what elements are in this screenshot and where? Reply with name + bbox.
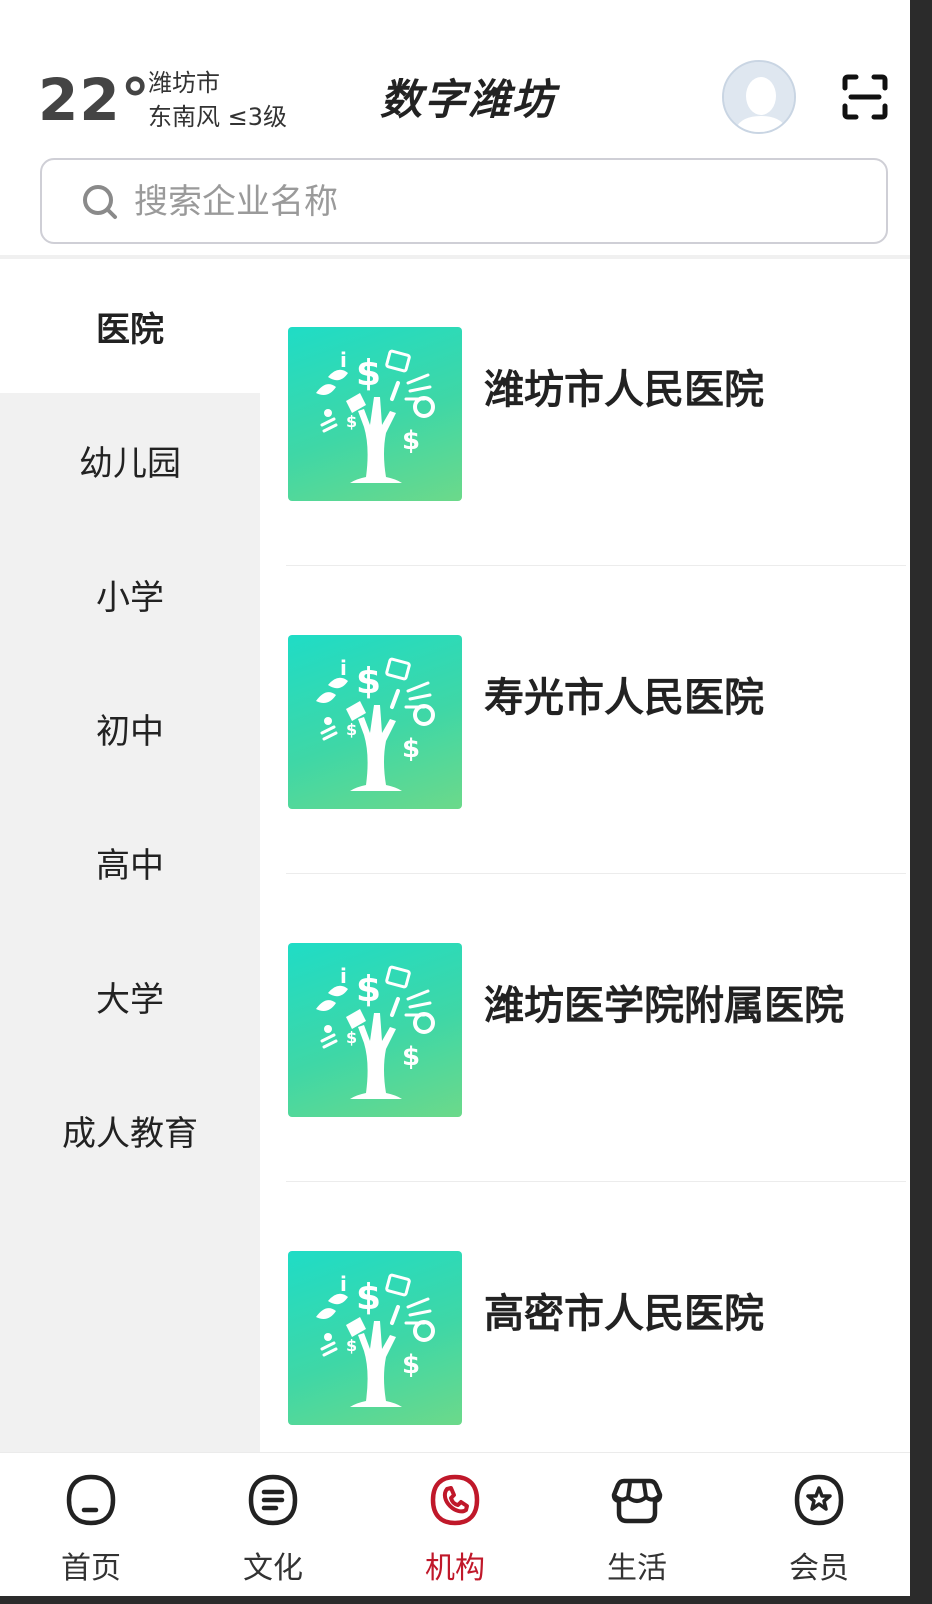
svg-text:$: $ — [402, 734, 420, 764]
svg-text:i: i — [340, 964, 347, 988]
nav-life[interactable]: 生活 — [546, 1453, 728, 1604]
search-input[interactable] — [134, 172, 834, 232]
institution-name: 潍坊医学院附属医院 — [484, 983, 844, 1029]
svg-text:i: i — [340, 348, 347, 372]
money-tree-icon: $ $ i $ — [316, 1272, 435, 1407]
category-label: 幼儿园 — [79, 443, 181, 484]
institution-thumbnail: $ $ i $ — [288, 1251, 462, 1425]
money-tree-icon: $ $ i $ — [316, 348, 435, 483]
weather-info: 潍坊市 东南风 ≤3级 — [148, 66, 287, 134]
category-sidebar: 医院 幼儿园 小学 初中 高中 大学 成人教育 — [0, 259, 260, 1452]
list-item[interactable]: $ $ i $ 潍坊市人民医院 — [286, 259, 906, 566]
svg-text:$: $ — [356, 353, 381, 394]
star-badge-icon — [794, 1474, 844, 1526]
search-box[interactable] — [40, 158, 888, 244]
nav-institutions[interactable]: 机构 — [364, 1453, 546, 1604]
institution-list: $ $ i $ 潍坊市人民医院 $ $ i $ 寿光市人民医院 $ $ i $ … — [260, 259, 910, 1452]
nav-label: 机构 — [425, 1551, 485, 1586]
category-label: 医院 — [96, 309, 164, 350]
institution-thumbnail: $ $ i $ — [288, 327, 462, 501]
svg-text:$: $ — [402, 1350, 420, 1380]
svg-text:i: i — [340, 1272, 347, 1296]
document-lines-icon — [248, 1474, 298, 1526]
nav-culture[interactable]: 文化 — [182, 1453, 364, 1604]
wind-info: 东南风 ≤3级 — [148, 103, 288, 131]
svg-text:$: $ — [356, 969, 381, 1010]
institution-thumbnail: $ $ i $ — [288, 635, 462, 809]
list-item[interactable]: $ $ i $ 高密市人民医院 — [286, 1183, 906, 1452]
money-tree-icon: $ $ i $ — [316, 964, 435, 1099]
category-university[interactable]: 大学 — [0, 929, 260, 1063]
home-face-icon — [66, 1474, 116, 1526]
avatar[interactable] — [722, 60, 796, 134]
svg-text:$: $ — [402, 1042, 420, 1072]
institution-name: 高密市人民医院 — [484, 1291, 764, 1337]
city-name: 潍坊市 — [148, 69, 220, 97]
svg-text:$: $ — [346, 1336, 357, 1355]
nav-label: 生活 — [607, 1551, 667, 1586]
nav-home[interactable]: 首页 — [0, 1453, 182, 1604]
category-label: 高中 — [96, 845, 164, 886]
list-item[interactable]: $ $ i $ 潍坊医学院附属医院 — [286, 875, 906, 1182]
category-label: 初中 — [96, 711, 164, 752]
institution-name: 寿光市人民医院 — [484, 675, 764, 721]
category-label: 大学 — [96, 979, 164, 1020]
category-senior-high[interactable]: 高中 — [0, 795, 260, 929]
category-primary-school[interactable]: 小学 — [0, 527, 260, 661]
svg-text:$: $ — [356, 661, 381, 702]
shop-icon — [611, 1478, 663, 1524]
svg-text:$: $ — [346, 412, 357, 431]
svg-text:$: $ — [346, 720, 357, 739]
svg-text:$: $ — [346, 1028, 357, 1047]
category-adult-education[interactable]: 成人教育 — [0, 1063, 260, 1197]
institution-name: 潍坊市人民医院 — [484, 367, 764, 413]
bottom-nav: 首页 文化 机构 生活 会员 — [0, 1452, 910, 1604]
svg-text:i: i — [340, 656, 347, 680]
temperature: 22° — [38, 66, 151, 134]
nav-label: 会员 — [789, 1551, 849, 1586]
category-junior-high[interactable]: 初中 — [0, 661, 260, 795]
app-title: 数字潍坊 — [379, 75, 556, 124]
user-avatar-icon — [724, 62, 794, 132]
screen-edge — [910, 0, 932, 1604]
institution-thumbnail: $ $ i $ — [288, 943, 462, 1117]
app-screen: 22° 潍坊市 东南风 ≤3级 数字潍坊 搜索企业名称 医院 幼儿园 小学 初中… — [0, 0, 910, 1604]
category-label: 小学 — [96, 577, 164, 618]
category-label: 成人教育 — [62, 1113, 198, 1154]
category-hospital[interactable]: 医院 — [0, 259, 260, 393]
phone-icon — [430, 1474, 480, 1526]
nav-label: 文化 — [243, 1551, 303, 1586]
category-kindergarten[interactable]: 幼儿园 — [0, 393, 260, 527]
search-icon — [83, 185, 117, 219]
nav-label: 首页 — [61, 1551, 121, 1586]
header: 22° 潍坊市 东南风 ≤3级 数字潍坊 — [0, 0, 910, 255]
home-indicator-bar — [0, 1596, 932, 1604]
list-item[interactable]: $ $ i $ 寿光市人民医院 — [286, 567, 906, 874]
svg-text:$: $ — [402, 426, 420, 456]
scan-button[interactable] — [842, 74, 888, 120]
svg-text:$: $ — [356, 1277, 381, 1318]
scan-icon — [842, 74, 888, 120]
money-tree-icon: $ $ i $ — [316, 656, 435, 791]
nav-member[interactable]: 会员 — [728, 1453, 910, 1604]
